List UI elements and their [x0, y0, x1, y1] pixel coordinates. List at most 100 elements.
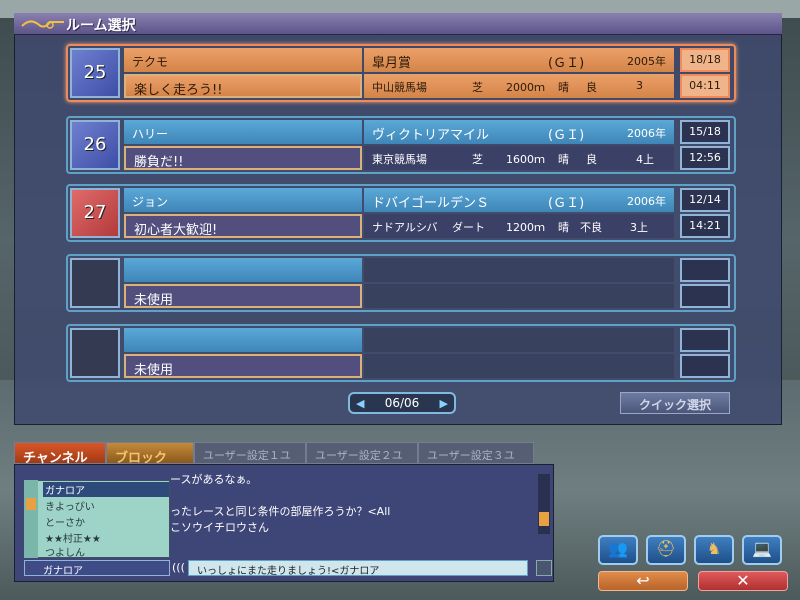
room-row-empty[interactable]: 未使用: [66, 254, 736, 312]
room-race: ドバイゴールデンＳ (ＧＩ) 2006年: [364, 188, 674, 212]
room-host: ジョン: [124, 188, 362, 212]
room-number-badge: [70, 328, 120, 378]
room-message: 楽しく走ろう!!: [124, 74, 362, 98]
title-ornament-icon: [21, 20, 64, 29]
room-number-badge: 26: [70, 120, 120, 170]
room-host: ハリー: [124, 120, 362, 144]
chat-line: [170, 488, 530, 504]
going: 良: [586, 153, 597, 166]
room-conditions: [364, 284, 674, 308]
room-conditions: ナドアルシバ ダート 1200ｍ 晴 不良 3上: [364, 214, 674, 238]
weather: 晴: [558, 153, 569, 166]
weather: 晴: [558, 221, 569, 234]
room-race: [364, 258, 674, 282]
distance: 1200ｍ: [506, 221, 545, 234]
room-time: 12:56: [680, 146, 730, 170]
next-page-icon[interactable]: ▶: [440, 397, 448, 410]
tab-user-setting-1[interactable]: ユーザー設定１ユーザ: [194, 442, 306, 478]
chat-target[interactable]: ガナロア: [24, 560, 170, 577]
quick-select-button[interactable]: クイック選択: [620, 392, 730, 414]
cancel-button[interactable]: ✕: [698, 571, 788, 591]
room-time: 04:11: [680, 74, 730, 98]
surface: 芝: [472, 153, 483, 166]
room-time: [680, 354, 730, 378]
room-message: 勝負だ!!: [124, 146, 362, 170]
track: ナドアルシバ: [372, 221, 438, 234]
chat-line: ースがあるなぁ。: [170, 473, 258, 486]
distance: 1600ｍ: [506, 153, 545, 166]
user-list-scrollbar[interactable]: [24, 480, 38, 558]
prev-page-icon[interactable]: ◀: [356, 397, 364, 410]
room-time: [680, 284, 730, 308]
user-item[interactable]: とーさか: [43, 514, 169, 529]
race-name: ヴィクトリアマイル: [372, 128, 490, 143]
race-year: 2005年: [627, 55, 666, 68]
users-icon[interactable]: 👥: [598, 535, 638, 565]
surface: 芝: [472, 81, 483, 94]
scroll-thumb[interactable]: [539, 512, 549, 526]
room-number-badge: [70, 258, 120, 308]
user-item[interactable]: つよしん: [43, 544, 169, 559]
chat-line: ったレースと同じ条件の部屋作ろうか？<All: [170, 505, 391, 518]
horse-icon[interactable]: ♞: [694, 535, 734, 565]
room-row-25[interactable]: 25 テクモ 楽しく走ろう!! 皐月賞 (ＧＩ) 2005年 中山競馬場 芝 2…: [66, 44, 736, 102]
room-players: 15/18: [680, 120, 730, 144]
going: 不良: [580, 221, 602, 234]
extra: 3上: [630, 221, 648, 234]
extra: 4上: [636, 153, 654, 166]
chat-line: こソウイチロウさん: [170, 521, 269, 534]
confirm-button[interactable]: ↩: [598, 571, 688, 591]
tab-user-setting-2[interactable]: ユーザー設定２ユーザ: [306, 442, 418, 478]
room-number-badge: 25: [70, 48, 120, 98]
race-year: 2006年: [627, 127, 666, 140]
tab-user-setting-3[interactable]: ユーザー設定３ユーザ: [418, 442, 534, 478]
race-grade: (ＧＩ): [548, 56, 585, 71]
distance: 2000ｍ: [506, 81, 545, 94]
room-time: 14:21: [680, 214, 730, 238]
page-label: 06/06: [384, 396, 420, 410]
user-item[interactable]: ★★村正★★: [43, 530, 169, 545]
room-message: 未使用: [124, 354, 362, 378]
room-number-badge: 27: [70, 188, 120, 238]
computer-icon[interactable]: 💻: [742, 535, 782, 565]
weather: 晴: [558, 81, 569, 94]
user-list: ガナロア きよっぴい とーさか ★★村正★★ つよしん: [24, 480, 170, 559]
window-title: ルーム選択: [66, 18, 136, 34]
room-players: [680, 328, 730, 352]
race-grade: (ＧＩ): [548, 128, 585, 143]
race-grade: (ＧＩ): [548, 196, 585, 211]
send-icon: (((: [172, 561, 185, 574]
race-name: 皐月賞: [372, 56, 412, 71]
page-indicator: ◀ 06/06 ▶: [348, 392, 456, 414]
minimize-button[interactable]: [536, 560, 552, 576]
user-item[interactable]: きよっぴい: [43, 498, 169, 513]
room-race: ヴィクトリアマイル (ＧＩ) 2006年: [364, 120, 674, 144]
room-host: [124, 258, 362, 282]
room-players: 18/18: [680, 48, 730, 72]
going: 良: [586, 81, 597, 94]
chat-input[interactable]: いっしょにまた走りましょう!<ガナロア: [188, 560, 528, 577]
helmet-icon[interactable]: ⛑: [646, 535, 686, 565]
race-name: ドバイゴールデンＳ: [372, 196, 490, 211]
chat-scrollbar[interactable]: [538, 474, 550, 534]
room-players: [680, 258, 730, 282]
tab-channel[interactable]: チャンネル: [14, 442, 106, 466]
room-host: テクモ: [124, 48, 362, 72]
scroll-thumb[interactable]: [26, 498, 36, 510]
extra: 3: [636, 79, 643, 92]
surface: ダート: [452, 221, 485, 234]
tab-block[interactable]: ブロック: [106, 442, 194, 466]
room-message: 初心者大歓迎!: [124, 214, 362, 238]
room-conditions: 東京競馬場 芝 1600ｍ 晴 良 4上: [364, 146, 674, 170]
chat-log: ースがあるなぁ。 ったレースと同じ条件の部屋作ろうか？<All こソウイチロウさ…: [170, 472, 530, 536]
track: 東京競馬場: [372, 153, 427, 166]
room-row-26[interactable]: 26 ハリー 勝負だ!! ヴィクトリアマイル (ＧＩ) 2006年 東京競馬場 …: [66, 116, 736, 174]
user-item[interactable]: ガナロア: [43, 482, 169, 497]
track: 中山競馬場: [372, 81, 427, 94]
room-conditions: 中山競馬場 芝 2000ｍ 晴 良 3: [364, 74, 674, 98]
room-row-empty[interactable]: 未使用: [66, 324, 736, 382]
race-year: 2006年: [627, 195, 666, 208]
room-row-27[interactable]: 27 ジョン 初心者大歓迎! ドバイゴールデンＳ (ＧＩ) 2006年 ナドアル…: [66, 184, 736, 242]
room-conditions: [364, 354, 674, 378]
room-message: 未使用: [124, 284, 362, 308]
